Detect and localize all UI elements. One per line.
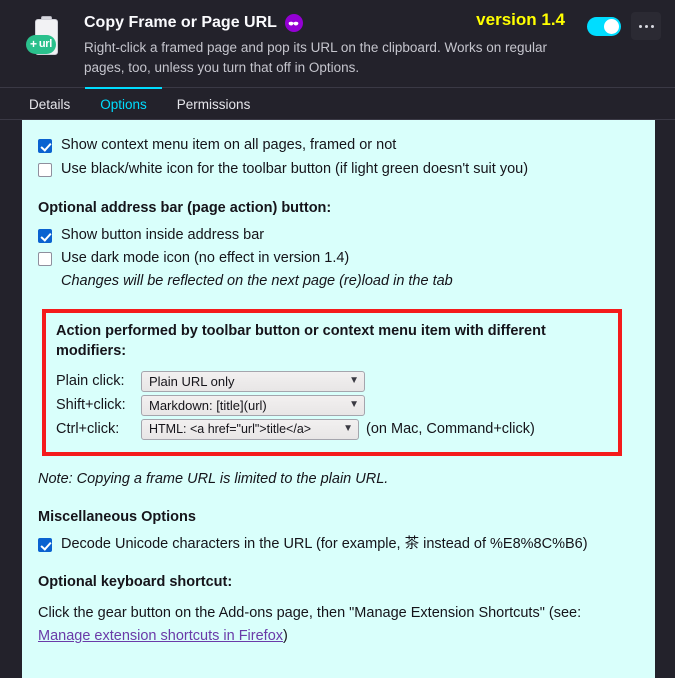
select-shift-click-value: Markdown: [title](url) xyxy=(149,397,267,413)
option-dark-mode-icon[interactable]: Use dark mode icon (no effect in version… xyxy=(38,247,639,271)
options-panel: Show context menu item on all pages, fra… xyxy=(22,120,655,678)
checkbox-show-address-bar-button[interactable] xyxy=(38,228,52,243)
url-badge-text: url xyxy=(38,38,52,50)
chevron-down-icon: ▼ xyxy=(343,423,353,435)
header-controls xyxy=(587,12,661,40)
modifier-row-ctrl-click: Ctrl+click: HTML: <a href="url">title</a… xyxy=(56,418,608,440)
option-show-address-bar-button[interactable]: Show button inside address bar xyxy=(38,224,639,248)
shortcut-instructions: Click the gear button on the Add-ons pag… xyxy=(38,602,639,647)
checkbox-dark-mode-icon[interactable] xyxy=(38,252,52,267)
addon-description: Right-click a framed page and pop its UR… xyxy=(84,40,547,75)
label-plain-click: Plain click: xyxy=(56,373,125,390)
label-show-address-bar-button: Show button inside address bar xyxy=(61,226,265,243)
checkbox-decode-unicode[interactable] xyxy=(38,537,52,552)
modifier-row-plain-click: Plain click: Plain URL only ▼ xyxy=(56,370,608,392)
note-frame-url: Note: Copying a frame URL is limited to … xyxy=(38,470,389,487)
option-show-context-menu[interactable]: Show context menu item on all pages, fra… xyxy=(38,134,639,158)
modifier-row-shift-click: Shift+click: Markdown: [title](url) ▼ xyxy=(56,394,608,416)
select-ctrl-click[interactable]: HTML: <a href="url">title</a> ▼ xyxy=(141,418,359,440)
addon-title: Copy Frame or Page URL xyxy=(84,14,277,31)
version-label: version 1.4 xyxy=(476,10,565,29)
modifier-actions-box: Action performed by toolbar button or co… xyxy=(42,308,622,456)
addon-title-row: Copy Frame or Page URL xyxy=(84,14,659,32)
select-plain-click[interactable]: Plain URL only ▼ xyxy=(141,370,365,392)
addon-header: + url Copy Frame or Page URL Right-click… xyxy=(0,0,675,88)
label-ctrl-click: Ctrl+click: xyxy=(56,421,120,438)
tab-details[interactable]: Details xyxy=(14,87,85,119)
private-browsing-badge-icon xyxy=(284,14,303,32)
plus-glyph: + xyxy=(30,37,37,51)
addon-meta: Copy Frame or Page URL Right-click a fra… xyxy=(70,14,659,77)
tab-permissions[interactable]: Permissions xyxy=(162,87,266,119)
chevron-down-icon: ▼ xyxy=(349,375,359,387)
checkbox-show-context-menu[interactable] xyxy=(38,139,52,153)
more-options-icon[interactable] xyxy=(631,12,661,40)
toggle-knob xyxy=(604,18,619,34)
tab-bar: Details Options Permissions xyxy=(0,87,675,121)
heading-keyboard-shortcut: Optional keyboard shortcut: xyxy=(38,574,233,591)
dot-3 xyxy=(650,24,654,28)
option-black-white-icon[interactable]: Use black/white icon for the toolbar but… xyxy=(38,158,639,182)
manage-extension-shortcuts-link[interactable]: Manage extension shortcuts in Firefox xyxy=(38,628,283,644)
dot-1 xyxy=(638,24,642,28)
modifier-box-title: Action performed by toolbar button or co… xyxy=(56,322,546,359)
chevron-down-icon: ▼ xyxy=(349,399,359,411)
heading-misc-options: Miscellaneous Options xyxy=(38,508,196,525)
clipboard-url-icon: + url xyxy=(24,16,70,62)
select-ctrl-click-value: HTML: <a href="url">title</a> xyxy=(149,422,312,437)
select-plain-click-value: Plain URL only xyxy=(149,373,235,389)
select-shift-click[interactable]: Markdown: [title](url) ▼ xyxy=(141,394,365,416)
label-black-white-icon: Use black/white icon for the toolbar but… xyxy=(61,160,529,177)
tab-options[interactable]: Options xyxy=(85,87,162,119)
label-dark-mode-icon: Use dark mode icon (no effect in version… xyxy=(61,250,350,267)
url-badge: + url xyxy=(26,35,56,54)
checkbox-black-white-icon[interactable] xyxy=(38,162,52,177)
options-content: Show context menu item on all pages, fra… xyxy=(22,120,655,647)
ctrl-click-suffix: (on Mac, Command+click) xyxy=(366,421,535,438)
label-decode-unicode: Decode Unicode characters in the URL (fo… xyxy=(61,535,588,552)
shortcut-instruction-text: Click the gear button on the Add-ons pag… xyxy=(38,605,582,622)
heading-address-bar: Optional address bar (page action) butto… xyxy=(38,199,332,216)
hint-address-bar-reload: Changes will be reflected on the next pa… xyxy=(61,273,453,289)
dot-2 xyxy=(644,24,648,28)
option-decode-unicode[interactable]: Decode Unicode characters in the URL (fo… xyxy=(38,533,639,557)
enable-addon-toggle[interactable] xyxy=(587,16,621,36)
label-shift-click: Shift+click: xyxy=(56,397,126,414)
label-show-context-menu: Show context menu item on all pages, fra… xyxy=(61,137,397,153)
shortcut-text-end: ) xyxy=(283,627,288,644)
